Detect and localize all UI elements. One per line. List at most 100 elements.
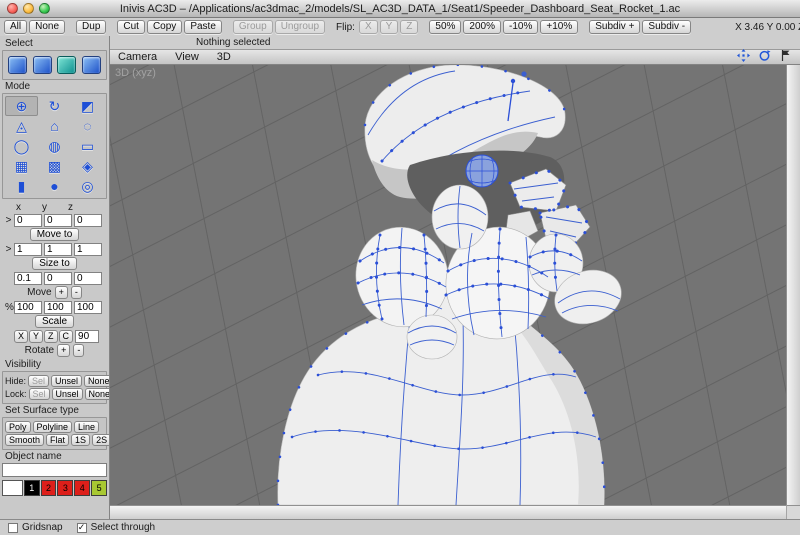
select-vertex-icon[interactable]	[82, 56, 102, 74]
palette-swatch-2[interactable]: 2	[40, 480, 57, 496]
palette-swatch-3[interactable]: 3	[57, 480, 74, 496]
rotate-x-toggle[interactable]: X	[14, 330, 29, 343]
mode-sphere-icon[interactable]: ●	[38, 176, 71, 196]
size-to-y-input[interactable]	[44, 243, 72, 256]
object-name-input[interactable]	[2, 463, 107, 477]
pan-tool-icon[interactable]	[737, 49, 750, 65]
select-object-icon[interactable]	[32, 56, 52, 74]
surface-line-button[interactable]: Line	[74, 421, 100, 433]
mode-move-icon[interactable]: ⊕	[5, 96, 38, 116]
lock-unsel-button[interactable]: Unsel	[51, 388, 83, 400]
mode-light-icon[interactable]: ◎	[71, 176, 104, 196]
subdiv-minus-button[interactable]: Subdiv -	[642, 20, 692, 34]
select-through-checkbox[interactable]: ✓ Select through	[76, 522, 155, 533]
size-to-button[interactable]: Size to	[32, 257, 77, 270]
scale-z-input[interactable]	[74, 301, 102, 314]
menu-view[interactable]: View	[175, 51, 199, 63]
hide-sel-button[interactable]: Sel	[28, 375, 50, 387]
viewport-canvas-svg[interactable]	[110, 65, 786, 505]
mode-grid-icon[interactable]: ▦	[5, 156, 38, 176]
mode-rotate-icon[interactable]: ↻	[38, 96, 71, 116]
menu-camera[interactable]: Camera	[118, 51, 157, 63]
rotate-plus-button[interactable]: +	[57, 344, 71, 357]
close-button[interactable]	[7, 3, 18, 14]
scale-row: %	[5, 301, 107, 314]
zoom-button[interactable]	[39, 3, 50, 14]
mode-ellipse-icon[interactable]: ◯	[5, 136, 38, 156]
surface-smooth-button[interactable]: Smooth	[5, 434, 45, 446]
vertical-scrollbar[interactable]	[786, 65, 800, 505]
mode-lasso-icon[interactable]: ◌	[71, 116, 104, 136]
hide-none-button[interactable]: None	[84, 375, 109, 387]
scale-y-input[interactable]	[44, 301, 72, 314]
horizontal-scrollbar[interactable]	[110, 505, 786, 519]
rotate-y-toggle[interactable]: Y	[29, 330, 44, 343]
mode-polygon-icon[interactable]: ⌂	[38, 116, 71, 136]
select-all-button[interactable]: All	[4, 20, 28, 34]
flip-z-button[interactable]: Z	[400, 20, 419, 34]
lock-none-button[interactable]: None	[84, 388, 109, 400]
scrollbar-corner	[786, 505, 800, 519]
minimize-button[interactable]	[23, 3, 34, 14]
mode-mesh-cube-icon[interactable]: ▩	[38, 156, 71, 176]
gridsnap-checkbox-box[interactable]	[8, 522, 18, 533]
rotate-angle-input[interactable]	[75, 330, 100, 343]
select-surface-icon[interactable]	[57, 56, 77, 74]
paste-button[interactable]: Paste	[184, 20, 222, 34]
move-to-x-input[interactable]	[14, 214, 42, 227]
orbit-tool-icon[interactable]	[758, 49, 771, 65]
subdiv-plus-button[interactable]: Subdiv +	[589, 20, 641, 34]
move-minus-button[interactable]: -	[70, 286, 82, 299]
surface-1s-button[interactable]: 1S	[71, 434, 91, 446]
surface-flat-button[interactable]: Flat	[46, 434, 70, 446]
zoom-minus10-button[interactable]: -10%	[503, 20, 539, 34]
flag-icon[interactable]	[779, 49, 792, 65]
move-to-z-input[interactable]	[74, 214, 102, 227]
select-none-button[interactable]: None	[29, 20, 66, 34]
select-through-checkbox-box[interactable]: ✓	[76, 522, 87, 533]
viewport-wrap: 3D (xyz)	[110, 65, 800, 505]
menu-3d[interactable]: 3D	[217, 51, 231, 63]
size-to-z-input[interactable]	[74, 243, 102, 256]
rotate-c-toggle[interactable]: C	[58, 330, 74, 343]
move-y-input[interactable]	[44, 272, 72, 285]
move-x-input[interactable]	[14, 272, 42, 285]
palette-swatch-1[interactable]: 1	[23, 480, 40, 496]
zoom-50-button[interactable]: 50%	[429, 20, 462, 34]
palette-swatch-4[interactable]: 4	[74, 480, 91, 496]
move-z-input[interactable]	[74, 272, 102, 285]
mode-extrude-icon[interactable]: ◩	[71, 96, 104, 116]
hide-unsel-button[interactable]: Unsel	[51, 375, 83, 387]
move-to-y-input[interactable]	[44, 214, 72, 227]
mode-rect-icon[interactable]: ▭	[71, 136, 104, 156]
flip-y-button[interactable]: Y	[379, 20, 399, 34]
ungroup-button[interactable]: Ungroup	[274, 20, 326, 34]
cut-button[interactable]: Cut	[117, 20, 145, 34]
mode-drag-icon[interactable]: ◬	[5, 116, 38, 136]
move-to-button[interactable]: Move to	[29, 228, 80, 241]
zoom-plus10-button[interactable]: +10%	[540, 20, 579, 34]
rotate-z-toggle[interactable]: Z	[44, 330, 58, 343]
surface-polyline-button[interactable]: Polyline	[32, 421, 73, 433]
mode-solid-icon[interactable]: ◈	[71, 156, 104, 176]
copy-button[interactable]: Copy	[146, 20, 183, 34]
gridsnap-checkbox[interactable]: Gridsnap	[8, 522, 63, 533]
palette-swatch-5[interactable]: 5	[91, 480, 107, 496]
surface-2s-button[interactable]: 2S	[92, 434, 109, 446]
move-plus-button[interactable]: +	[54, 286, 68, 299]
select-group-icon[interactable]	[7, 56, 27, 74]
mode-cylinder-icon[interactable]: ▮	[5, 176, 38, 196]
surface-poly-button[interactable]: Poly	[5, 421, 31, 433]
lock-sel-button[interactable]: Sel	[28, 388, 50, 400]
current-color-swatch[interactable]	[2, 480, 23, 496]
mode-disk-icon[interactable]: ◍	[38, 136, 71, 156]
scale-x-input[interactable]	[14, 301, 42, 314]
group-button[interactable]: Group	[232, 20, 273, 34]
flip-x-button[interactable]: X	[358, 20, 378, 34]
size-to-x-input[interactable]	[14, 243, 42, 256]
duplicate-button[interactable]: Dup	[76, 20, 107, 34]
zoom-200-button[interactable]: 200%	[463, 20, 501, 34]
scale-button[interactable]: Scale	[34, 315, 74, 328]
viewport-3d-canvas[interactable]: 3D (xyz)	[110, 65, 786, 505]
rotate-minus-button[interactable]: -	[73, 344, 85, 357]
